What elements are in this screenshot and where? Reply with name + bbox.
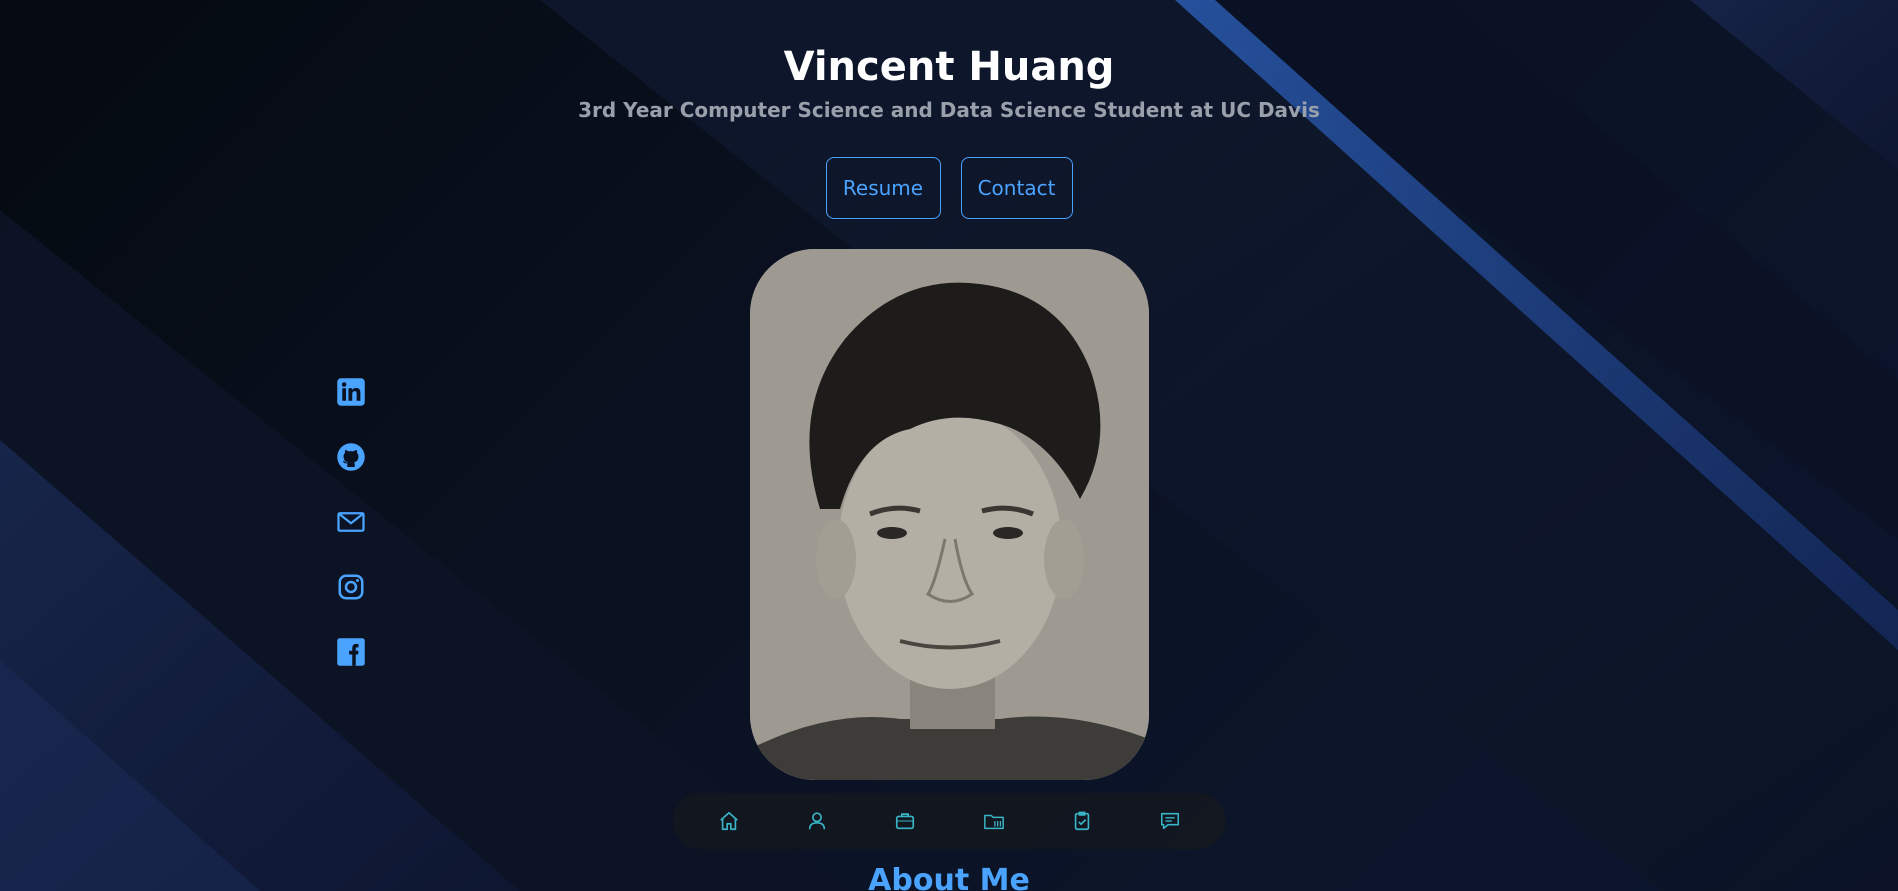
facebook-icon[interactable] — [336, 637, 366, 667]
about-heading: About Me — [868, 863, 1030, 891]
linkedin-icon[interactable] — [336, 377, 366, 407]
social-links — [336, 377, 366, 702]
github-icon[interactable] — [336, 442, 366, 472]
briefcase-icon[interactable] — [885, 801, 925, 841]
contact-button[interactable]: Contact — [960, 157, 1073, 219]
mail-icon[interactable] — [336, 507, 366, 537]
folder-icon[interactable] — [974, 801, 1014, 841]
instagram-icon[interactable] — [336, 572, 366, 602]
user-icon[interactable] — [797, 801, 837, 841]
message-icon[interactable] — [1150, 801, 1190, 841]
page-title: Vincent Huang — [783, 44, 1115, 90]
bottom-nav — [673, 793, 1226, 849]
home-icon[interactable] — [709, 801, 749, 841]
page-subtitle: 3rd Year Computer Science and Data Scien… — [578, 98, 1320, 122]
page: Vincent Huang 3rd Year Computer Science … — [0, 0, 1898, 891]
profile-photo — [750, 249, 1149, 780]
hero-header: Vincent Huang 3rd Year Computer Science … — [0, 38, 1898, 124]
resume-button[interactable]: Resume — [825, 157, 941, 219]
clipboard-check-icon[interactable] — [1062, 801, 1102, 841]
cta-buttons: Resume Contact — [0, 157, 1898, 219]
